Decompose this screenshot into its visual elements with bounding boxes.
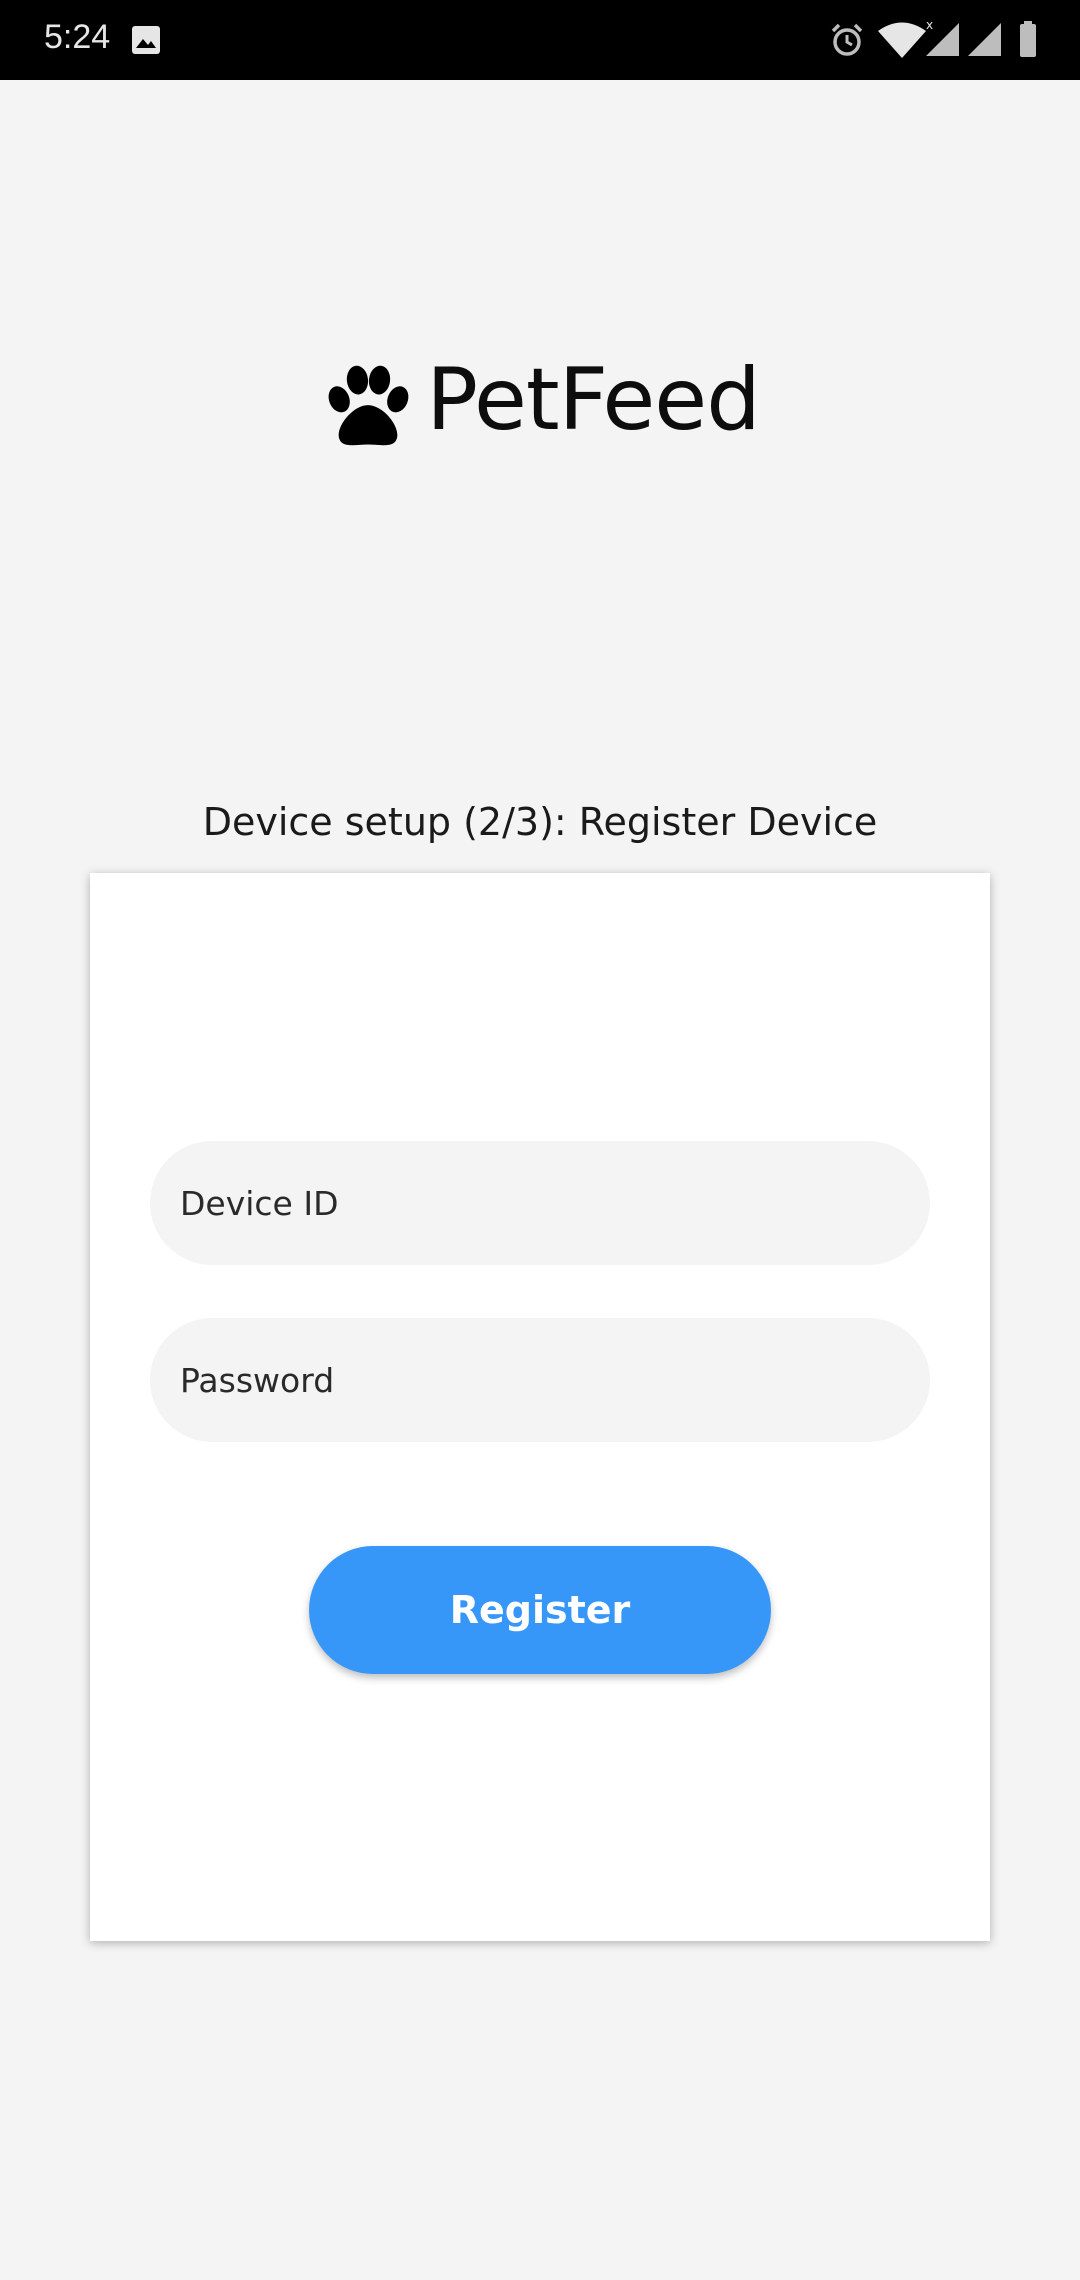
battery-icon: [1020, 21, 1036, 57]
setup-step-title: Device setup (2/3): Register Device: [202, 800, 878, 844]
wifi-icon: [878, 22, 926, 58]
signal-icon: x: [926, 18, 959, 56]
app-name: PetFeed: [426, 350, 761, 450]
app-logo: PetFeed: [0, 340, 1080, 460]
register-button[interactable]: Register: [309, 1546, 771, 1674]
alarm-icon: [831, 23, 863, 56]
image-icon: [132, 26, 160, 54]
signal-icon: [968, 23, 1001, 56]
status-bar: 5:24 x: [0, 0, 1080, 80]
password-input[interactable]: [150, 1318, 930, 1442]
device-id-input[interactable]: [150, 1141, 930, 1265]
register-card: Register: [90, 873, 990, 1941]
paw-icon: [328, 365, 409, 446]
status-time: 5:24: [44, 18, 111, 56]
svg-text:x: x: [926, 18, 933, 32]
